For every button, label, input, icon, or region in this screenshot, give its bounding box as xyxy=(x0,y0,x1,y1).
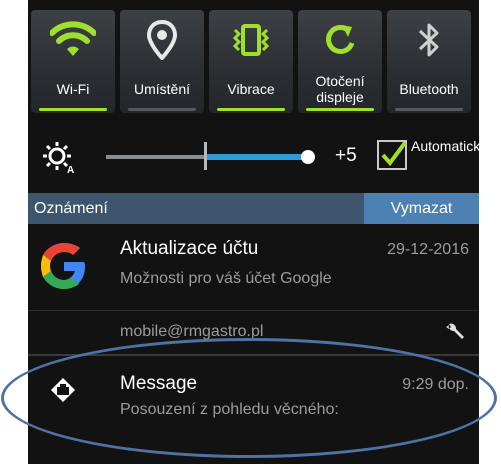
brightness-slider-fill xyxy=(206,154,306,160)
notification-subtitle: Možnosti pro váš účet Google xyxy=(120,270,332,287)
highlight-ellipse xyxy=(1,338,497,458)
notifications-header: Oznámení Vymazat xyxy=(28,193,479,224)
quick-settings: Wi-Fi Umístění Vibrace Otočení displeje … xyxy=(28,10,479,115)
bluetooth-state-bar xyxy=(395,108,463,111)
brightness-value: +5 xyxy=(335,145,357,166)
google-icon xyxy=(40,242,88,295)
wrench-icon[interactable] xyxy=(445,322,465,347)
vibrate-toggle[interactable]: Vibrace xyxy=(209,10,293,113)
brightness-row: A +5 Automaticky xyxy=(28,128,479,183)
rotate-state-bar xyxy=(306,108,374,111)
location-icon xyxy=(120,20,204,60)
notification-account-update[interactable]: Aktualizace účtu Možnosti pro váš účet G… xyxy=(28,224,479,310)
wifi-icon xyxy=(31,20,115,60)
location-toggle[interactable]: Umístění xyxy=(120,10,204,113)
vibrate-state-bar xyxy=(217,108,285,111)
wifi-toggle[interactable]: Wi-Fi xyxy=(31,10,115,113)
location-state-bar xyxy=(128,108,196,111)
bluetooth-icon xyxy=(387,20,471,60)
auto-brightness-checkbox[interactable] xyxy=(377,140,407,170)
check-icon xyxy=(381,142,406,167)
wifi-label: Wi-Fi xyxy=(56,81,90,97)
bluetooth-label: Bluetooth xyxy=(399,81,459,97)
wifi-state-bar xyxy=(39,108,107,111)
notification-time: 29-12-2016 xyxy=(387,241,469,258)
vibrate-icon xyxy=(209,20,293,60)
rotate-label: Otočení displeje xyxy=(315,73,365,105)
rotate-icon xyxy=(298,20,382,60)
location-label: Umístění xyxy=(133,81,190,97)
brightness-auto-icon: A xyxy=(42,140,80,179)
notifications-title: Oznámení xyxy=(34,200,108,217)
auto-brightness-label: Automaticky xyxy=(411,138,479,154)
notification-title: Aktualizace účtu xyxy=(120,238,259,259)
brightness-default-mark xyxy=(204,142,207,170)
vibrate-label: Vibrace xyxy=(227,81,275,97)
rotate-toggle[interactable]: Otočení displeje xyxy=(298,10,382,113)
brightness-slider-thumb[interactable] xyxy=(301,150,315,164)
svg-text:A: A xyxy=(67,165,74,174)
bluetooth-toggle[interactable]: Bluetooth xyxy=(387,10,471,113)
clear-button[interactable]: Vymazat xyxy=(364,193,479,224)
